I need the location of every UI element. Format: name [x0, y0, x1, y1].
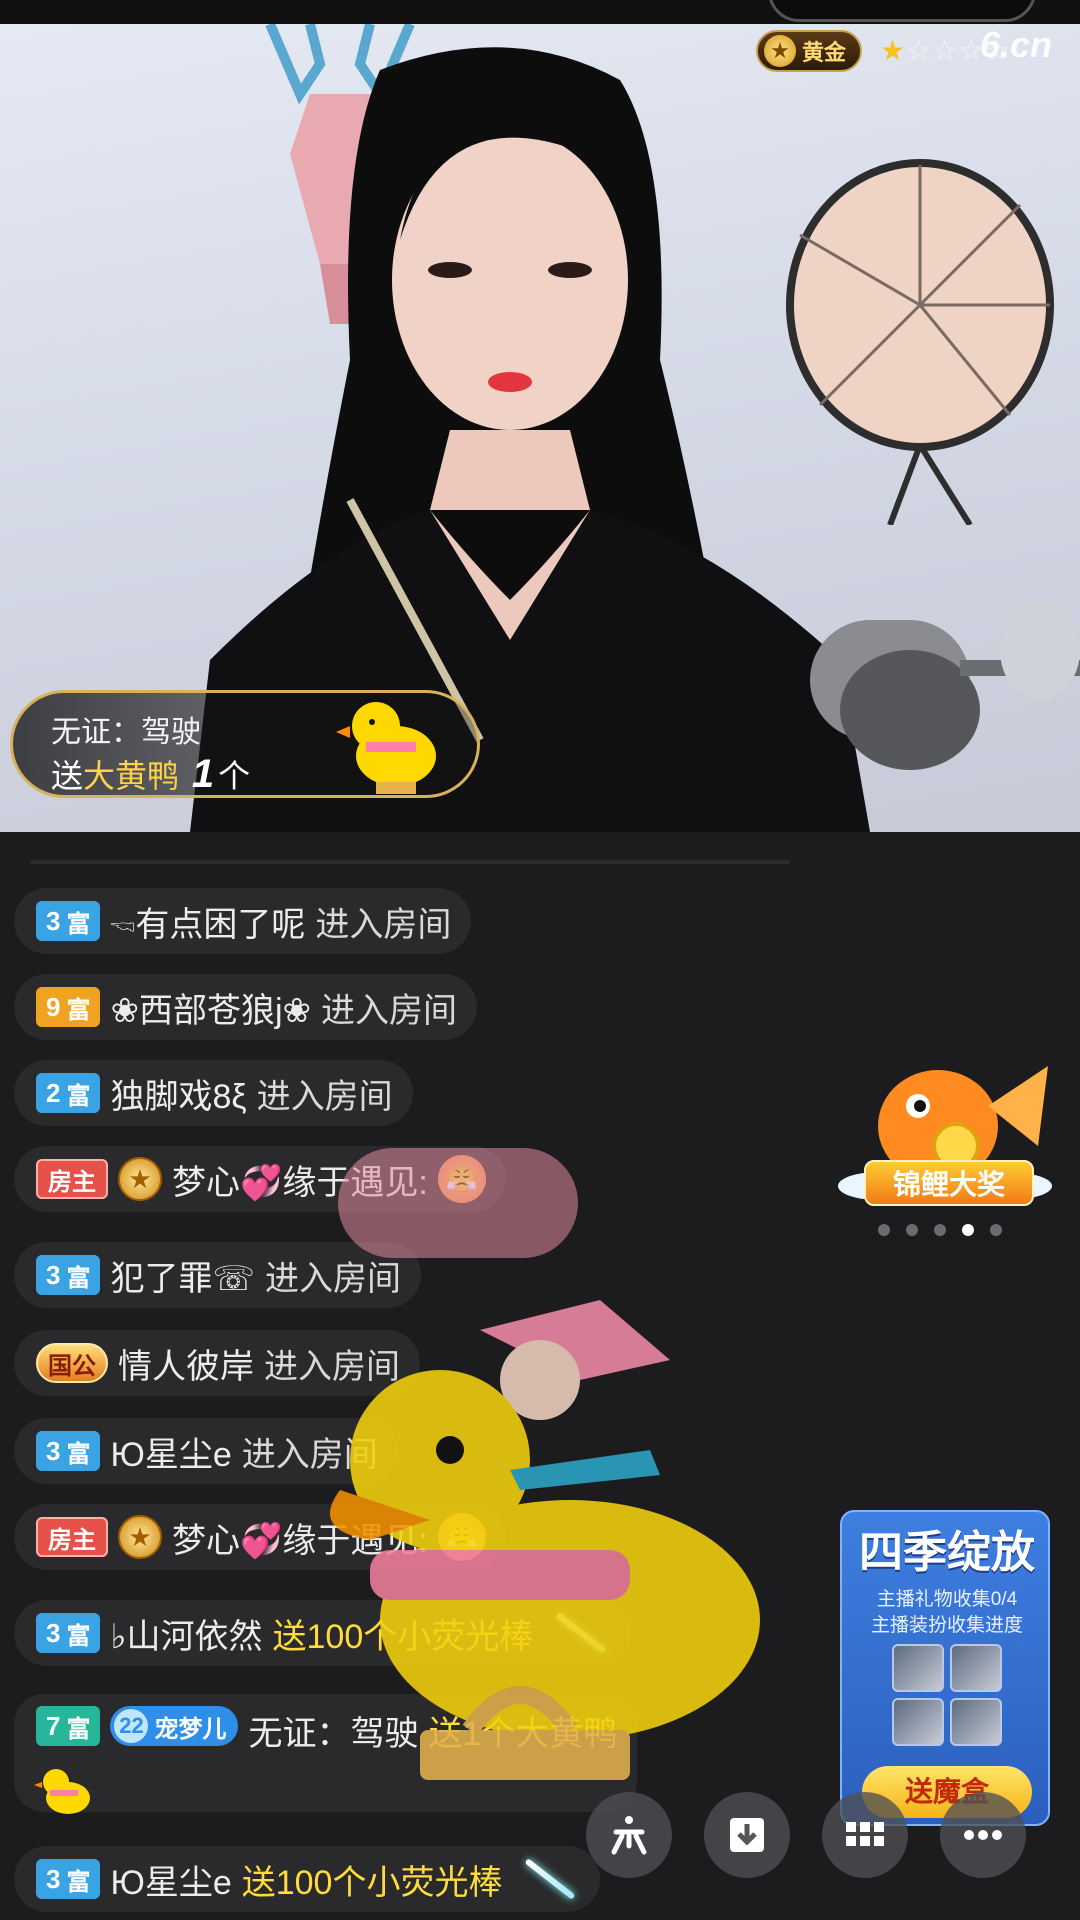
wealth-level-badge: 3富	[36, 901, 101, 941]
heart-icon: 22	[114, 1709, 149, 1743]
more-icon	[964, 1830, 1002, 1840]
chat-message[interactable]: 3富 ♭山河依然 送100个小荧光棒	[14, 1600, 632, 1666]
username[interactable]: 犯了罪☏	[110, 1251, 255, 1300]
collection-item	[950, 1698, 1002, 1746]
site-watermark: 6.cn	[980, 24, 1053, 65]
username[interactable]: 无证：驾驶	[248, 1706, 418, 1755]
chat-message[interactable]: 2富 独脚戏8ξ 进入房间	[14, 1060, 413, 1126]
username[interactable]: 独脚戏8ξ	[110, 1069, 246, 1118]
glow-stick-icon	[555, 1612, 607, 1654]
username[interactable]: ♭山河依然	[110, 1609, 262, 1658]
wealth-level-badge: 9富	[36, 987, 101, 1027]
carousel-dot	[990, 1224, 1002, 1236]
yellow-duck-gift-icon	[34, 1769, 90, 1814]
live-video[interactable]: ★ 黄金 ★☆☆☆☆ 6.cn 无证：驾驶 送大黄鸭 1个	[0, 0, 1080, 832]
liu-logo-button[interactable]	[586, 1792, 672, 1878]
level-text: 黄金	[802, 40, 847, 65]
gift-text: 送100个小荧光棒	[272, 1617, 534, 1656]
medal-icon: ★	[118, 1157, 162, 1201]
username[interactable]: 🖘有点困了呢	[110, 897, 305, 946]
emoji-face-icon: 😤	[437, 1513, 486, 1561]
action-text: 进入房间	[264, 1347, 400, 1386]
chat-message[interactable]: 9富 ❀西部苍狼j❀ 进入房间	[14, 974, 477, 1040]
carousel-dot	[934, 1224, 946, 1236]
collection-item	[892, 1698, 944, 1746]
collection-grid	[892, 1644, 1004, 1746]
action-text: 进入房间	[265, 1259, 401, 1298]
action-text: 进入房间	[321, 991, 457, 1030]
chat-message[interactable]: 7富 22 宠梦儿 无证：驾驶 送1个大黄鸭	[14, 1694, 638, 1812]
season-title: 四季绽放	[859, 1528, 1035, 1577]
chat-message[interactable]: 3富 Ю星尘e 进入房间	[14, 1418, 398, 1484]
chat-message[interactable]: 3富 Ю星尘e 送100个小荧光棒	[14, 1846, 601, 1912]
gift-toast-message: 送大黄鸭 1个	[51, 752, 251, 796]
wealth-level-badge: 3富	[36, 1859, 101, 1899]
liu-logo-icon	[611, 1816, 647, 1855]
gift-animation-badge	[338, 1148, 578, 1258]
noble-badge: 国公	[36, 1343, 108, 1383]
pet-badge: 22 宠梦儿	[110, 1706, 239, 1746]
username[interactable]: 情人彼岸	[118, 1339, 254, 1388]
host-badge: 房主	[36, 1517, 108, 1557]
username[interactable]: Ю星尘e	[110, 1427, 231, 1476]
koi-prize-label[interactable]: 锦鲤大奖	[864, 1160, 1034, 1206]
download-button[interactable]	[704, 1792, 790, 1878]
wealth-level-badge: 2富	[36, 1073, 101, 1113]
gift-toast-user: 无证：驾驶	[51, 716, 201, 749]
yellow-duck-gift-icon	[336, 702, 436, 794]
top-pill[interactable]	[768, 0, 1036, 22]
anchor-level-badge[interactable]: ★ 黄金	[756, 30, 863, 72]
medal-icon: ★	[118, 1515, 162, 1559]
outfit-collection-progress: 主播装扮收集进度	[870, 1615, 1023, 1636]
carousel-dot-active	[962, 1224, 974, 1236]
action-text: 进入房间	[241, 1435, 378, 1474]
microphone	[810, 600, 1080, 770]
username[interactable]: ❀西部苍狼j❀	[110, 983, 311, 1032]
username[interactable]: Ю星尘e	[110, 1855, 231, 1904]
season-event-card[interactable]: 四季绽放 主播礼物收集0/4 主播装扮收集进度 送魔盒	[840, 1510, 1050, 1826]
carousel-dot	[878, 1224, 890, 1236]
apps-button[interactable]	[822, 1792, 908, 1878]
gift-collection-progress: 主播礼物收集0/4	[876, 1589, 1018, 1610]
action-text: 进入房间	[256, 1077, 393, 1116]
download-icon	[730, 1818, 764, 1852]
more-button[interactable]	[940, 1792, 1026, 1878]
collection-item	[950, 1644, 1002, 1692]
wealth-level-badge: 3富	[36, 1255, 101, 1295]
grid-icon	[846, 1822, 884, 1846]
username[interactable]: 梦心💞缘于遇见:	[172, 1513, 428, 1562]
gift-text: 送100个小荧光棒	[241, 1863, 503, 1902]
carousel-dot	[906, 1224, 918, 1236]
medal-icon: ★	[764, 35, 796, 67]
collection-item	[892, 1644, 944, 1692]
host-badge: 房主	[36, 1159, 108, 1199]
wealth-level-badge: 7富	[36, 1706, 101, 1746]
glow-stick-icon	[524, 1858, 576, 1900]
gift-text: 送1个大黄鸭	[428, 1715, 618, 1753]
carousel-dots	[878, 1224, 1002, 1236]
chat-message[interactable]: 3富 🖘有点困了呢 进入房间	[14, 888, 472, 954]
wealth-level-badge: 3富	[36, 1431, 101, 1471]
action-text: 进入房间	[315, 905, 452, 944]
chat-message[interactable]: 国公 情人彼岸 进入房间	[14, 1330, 420, 1396]
chat-message[interactable]: 房主 ★ 梦心💞缘于遇见: 😤	[14, 1504, 506, 1570]
wealth-level-badge: 3富	[36, 1613, 101, 1653]
chat-message[interactable]: 3富 犯了罪☏ 进入房间	[14, 1242, 421, 1308]
chat-divider	[30, 860, 790, 864]
